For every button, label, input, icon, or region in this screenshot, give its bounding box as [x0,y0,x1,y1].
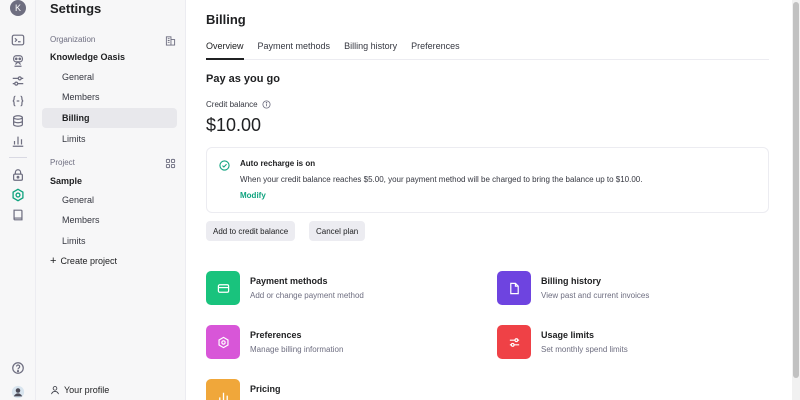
sidebar-item-org-members[interactable]: Members [42,87,177,107]
card-title: Pricing [250,384,281,394]
tab-billing-history[interactable]: Billing history [344,40,397,60]
assistant-icon[interactable] [8,51,28,71]
cancel-plan-button[interactable]: Cancel plan [309,221,366,241]
rail-divider [9,157,27,158]
preferences-card[interactable]: Preferences Manage billing information [206,325,466,365]
notice-title: Auto recharge is on [240,159,316,168]
card-title: Preferences [250,330,302,340]
project-name[interactable]: Sample [50,176,82,186]
card-title: Payment methods [250,276,328,286]
add-to-credit-balance-button[interactable]: Add to credit balance [206,221,296,241]
scrollbar[interactable] [792,0,800,400]
create-project-button[interactable]: + Create project [50,254,117,267]
card-title: Billing history [541,276,602,286]
sidebar-item-project-members[interactable]: Members [42,210,177,230]
gear-icon [206,325,240,359]
tab-payment-methods[interactable]: Payment methods [258,40,331,60]
page-title: Billing [206,12,246,27]
lock-icon[interactable] [8,165,28,185]
info-icon[interactable] [262,100,271,109]
tab-preferences[interactable]: Preferences [411,40,460,60]
org-avatar[interactable]: K [10,0,26,16]
sidebar-item-org-limits[interactable]: Limits [42,129,177,149]
bar-chart-icon [206,379,240,400]
sidebar-item-project-general[interactable]: General [42,190,177,210]
credit-balance-label-row: Credit balance [206,100,271,109]
database-icon[interactable] [8,111,28,131]
grid-icon[interactable] [165,156,177,169]
card-description: Set monthly spend limits [541,345,628,354]
sidebar-item-project-limits[interactable]: Limits [42,231,177,251]
terminal-icon[interactable] [8,30,28,50]
settings-sidebar: Settings Organization Knowledge Oasis Ge… [36,0,186,400]
credit-balance-label: Credit balance [206,100,258,109]
user-icon [51,386,59,395]
payment-methods-card[interactable]: Payment methods Add or change payment me… [206,271,466,311]
your-profile-link[interactable]: Your profile [50,385,109,395]
billing-tabs: Overview Payment methods Billing history… [206,40,769,60]
main-content: Billing Overview Payment methods Billing… [187,0,792,400]
user-avatar[interactable] [8,382,28,400]
tab-overview[interactable]: Overview [206,40,244,60]
braces-icon[interactable] [8,91,28,111]
modify-link[interactable]: Modify [240,191,266,200]
your-profile-label: Your profile [64,385,110,395]
gear-icon[interactable] [8,185,28,205]
card-icon [206,271,240,305]
billing-history-card[interactable]: Billing history View past and current in… [497,271,757,311]
check-circle-icon [219,158,230,171]
notice-text: When your credit balance reaches $5.00, … [240,175,643,184]
plus-icon: + [50,254,57,267]
sliders-icon [497,325,531,359]
document-icon [497,271,531,305]
card-description: Add or change payment method [250,291,364,300]
book-icon[interactable] [8,205,28,225]
pricing-card[interactable]: Pricing [206,379,466,400]
icon-rail: K [0,0,36,400]
bar-chart-icon[interactable] [8,131,28,151]
project-section-label: Project [50,158,75,167]
section-title: Pay as you go [206,73,280,85]
sidebar-title: Settings [50,1,102,16]
building-icon[interactable] [165,33,177,46]
sliders-icon[interactable] [8,71,28,91]
credit-balance-value: $10.00 [206,115,262,135]
auto-recharge-notice: Auto recharge is on When your credit bal… [206,147,769,213]
help-icon[interactable] [8,358,28,378]
card-title: Usage limits [541,330,595,340]
organization-name[interactable]: Knowledge Oasis [50,52,125,62]
sidebar-item-org-general[interactable]: General [42,67,177,87]
sidebar-item-org-billing[interactable]: Billing [42,108,177,128]
create-project-label: Create project [60,256,117,266]
usage-limits-card[interactable]: Usage limits Set monthly spend limits [497,325,757,365]
organization-section-label: Organization [50,35,96,44]
scrollbar-thumb[interactable] [793,2,799,378]
card-description: Manage billing information [250,345,344,354]
card-description: View past and current invoices [541,291,650,300]
